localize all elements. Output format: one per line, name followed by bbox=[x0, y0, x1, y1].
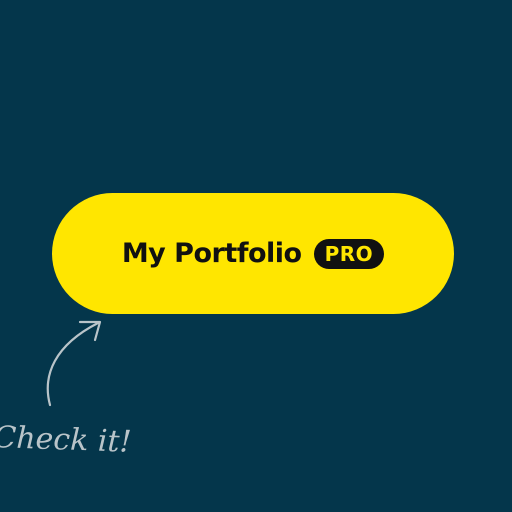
button-label: My Portfolio bbox=[121, 238, 302, 269]
my-portfolio-pro-button[interactable]: My Portfolio PRO bbox=[52, 193, 454, 314]
check-it-annotation: Check it! bbox=[0, 420, 133, 460]
pro-badge: PRO bbox=[313, 238, 385, 269]
canvas: My Portfolio PRO Check it! bbox=[0, 0, 512, 512]
